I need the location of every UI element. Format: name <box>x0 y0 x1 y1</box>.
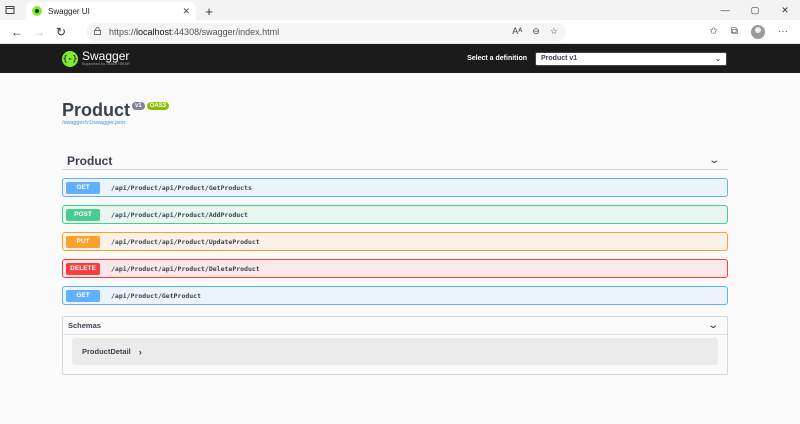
minimize-icon[interactable]: — <box>710 0 740 20</box>
swagger-logo-icon: {-} <box>62 50 78 67</box>
window-controls: — ▢ ✕ <box>710 0 800 20</box>
tag-name: Product <box>67 153 113 168</box>
new-tab-button[interactable]: + <box>200 2 218 20</box>
chevron-down-icon[interactable]: ⌄ <box>708 155 720 166</box>
window-close-icon[interactable]: ✕ <box>770 0 800 20</box>
schemas-header[interactable]: Schemas ⌄ <box>63 317 727 335</box>
address-bar[interactable]: https://localhost:44308/swagger/index.ht… <box>86 22 566 41</box>
version-badge: v1 <box>132 102 145 110</box>
model-name: ProductDetail <box>82 347 131 356</box>
definition-selector: Select a definition Product v1 ⌄ <box>467 51 727 66</box>
definition-value: Product v1 <box>541 55 578 62</box>
schemas-title: Schemas <box>68 321 101 330</box>
url-host: localhost <box>136 26 172 37</box>
browser-toolbar: ← → ↻ https://localhost:44308/swagger/in… <box>0 20 800 44</box>
model-productdetail[interactable]: ProductDetail › <box>72 338 718 365</box>
profile-avatar[interactable] <box>751 24 765 39</box>
operation-row[interactable]: PUT/api/Product/api/Product/UpdateProduc… <box>62 232 728 251</box>
method-badge: DELETE <box>66 262 100 275</box>
favorite-add-icon[interactable]: ☆ <box>550 26 558 37</box>
operation-path: /api/Product/api/Product/UpdateProduct <box>111 237 260 246</box>
maximize-icon[interactable]: ▢ <box>740 0 770 20</box>
api-info-title: Product v1 OAS3 <box>62 100 170 121</box>
chevron-down-icon[interactable]: ⌄ <box>707 320 719 331</box>
back-button[interactable]: ← <box>6 22 28 42</box>
schemas-section: Schemas ⌄ ProductDetail › <box>62 316 728 375</box>
operation-row[interactable]: DELETE/api/Product/api/Product/DeletePro… <box>62 259 728 278</box>
browser-toolbar-right: ✩ ⧉ ··· <box>709 24 794 39</box>
oas-badge: OAS3 <box>146 102 170 110</box>
zoom-icon[interactable]: ⊖ <box>532 26 540 37</box>
operation-row[interactable]: POST/api/Product/api/Product/AddProduct <box>62 205 728 224</box>
collections-icon[interactable]: ⧉ <box>731 26 738 37</box>
method-badge: GET <box>66 289 100 302</box>
more-menu-icon[interactable]: ··· <box>778 26 788 37</box>
lock-icon <box>94 26 101 37</box>
logo-title: Swagger <box>82 49 130 64</box>
chevron-down-icon: ⌄ <box>715 55 721 63</box>
browser-tab-swagger[interactable]: Swagger UI ✕ <box>26 2 196 20</box>
definition-label: Select a definition <box>467 55 527 62</box>
favorites-icon[interactable]: ✩ <box>709 26 717 37</box>
spec-url-link[interactable]: /swagger/v1/swagger.json <box>62 120 125 126</box>
tag-section-product: Product ⌄ GET/api/Product/api/Product/Ge… <box>62 152 728 305</box>
operation-path: /api/Product/api/Product/DeleteProduct <box>111 264 260 273</box>
swagger-favicon-icon <box>32 6 42 16</box>
method-badge: GET <box>66 181 100 194</box>
forward-button[interactable]: → <box>28 22 50 42</box>
refresh-button[interactable]: ↻ <box>50 22 72 42</box>
operation-row[interactable]: GET/api/Product/api/Product/GetProducts <box>62 178 728 197</box>
tab-title: Swagger UI <box>48 6 90 16</box>
logo-subtitle: Supported by SMARTBEAR <box>82 62 130 67</box>
operation-path: /api/Product/GetProduct <box>111 291 202 300</box>
page-title: Product <box>62 100 131 120</box>
tab-close-icon[interactable]: ✕ <box>182 6 190 17</box>
browser-tabbar: Swagger UI ✕ + — ▢ ✕ <box>0 0 800 20</box>
chevron-right-icon: › <box>138 346 142 357</box>
tag-header[interactable]: Product ⌄ <box>62 152 728 170</box>
operation-path: /api/Product/api/Product/GetProducts <box>111 183 252 192</box>
operations-list: GET/api/Product/api/Product/GetProducts P… <box>62 178 728 305</box>
swagger-topbar: {-} Swagger Supported by SMARTBEAR Selec… <box>0 44 800 73</box>
definition-select[interactable]: Product v1 ⌄ <box>535 51 727 66</box>
swagger-logo[interactable]: {-} Swagger Supported by SMARTBEAR <box>62 50 130 67</box>
operation-path: /api/Product/api/Product/AddProduct <box>111 210 248 219</box>
method-badge: POST <box>66 208 100 221</box>
method-badge: PUT <box>66 235 100 248</box>
operation-row[interactable]: GET/api/Product/GetProduct <box>62 286 728 305</box>
url-prefix: https:// <box>109 26 137 37</box>
swagger-main: Product v1 OAS3 /swagger/v1/swagger.json… <box>0 73 800 424</box>
read-aloud-icon[interactable]: Aᴬ <box>512 26 522 37</box>
address-tools: Aᴬ ⊖ ☆ <box>512 26 558 37</box>
tab-actions-icon[interactable] <box>0 0 20 20</box>
url-path: :44308/swagger/index.html <box>171 26 280 37</box>
